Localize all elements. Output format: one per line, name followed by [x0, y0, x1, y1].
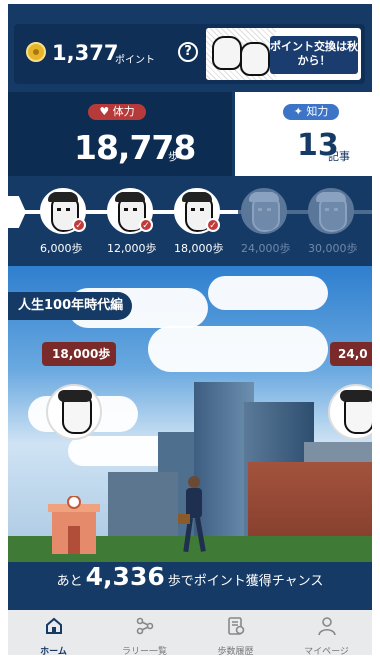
remaining-steps: 4,336	[85, 562, 165, 591]
step-history-icon	[227, 617, 244, 635]
milestone-sign-next: 24,0	[330, 342, 372, 366]
stamina-badge: ♥ 体力	[88, 104, 146, 120]
check-icon: ✓	[72, 218, 86, 232]
points-value: 1,377	[52, 41, 119, 65]
cta-suffix: 歩でポイント獲得チャンス	[167, 574, 324, 589]
manga-characters-illustration	[206, 28, 276, 80]
sparkle-icon: ✦	[293, 105, 303, 118]
nav-my-page[interactable]: マイページ	[281, 610, 372, 655]
remaining-steps-banner: あと 4,336 歩でポイント獲得チャンス	[8, 562, 372, 608]
cta-prefix: あと	[56, 574, 83, 589]
milestone-track: ✓ 6,000歩 ✓ 12,000歩 ✓ 18,000歩 24,000歩 30,…	[8, 182, 372, 268]
nav-rally-list[interactable]: ラリー一覧	[99, 610, 190, 655]
points-unit: ポイント	[115, 55, 155, 66]
milestone-avatar-4[interactable]	[241, 188, 287, 234]
user-icon	[317, 617, 336, 636]
check-icon: ✓	[206, 218, 220, 232]
cloud	[208, 276, 328, 310]
step-unit: 歩	[168, 150, 179, 163]
nav-label-mypage: マイページ	[304, 647, 349, 655]
knowledge-label: 知力	[306, 105, 329, 118]
chapter-label: 人生100年時代編	[8, 292, 132, 320]
milestone-label-3: 18,000歩	[174, 242, 224, 255]
milestone-label-2: 12,000歩	[107, 242, 157, 255]
milestone-avatar-5[interactable]	[308, 188, 354, 234]
milestone-sign-current: 18,000歩	[42, 342, 116, 366]
article-unit: 記事	[328, 150, 350, 163]
character-bubble-current[interactable]	[46, 384, 102, 440]
knowledge-badge: ✦ 知力	[283, 104, 339, 120]
walking-businessman-illustration	[178, 476, 206, 553]
point-exchange-banner[interactable]: ポイント交換は秋から！	[206, 28, 361, 80]
check-icon: ✓	[139, 218, 153, 232]
knowledge-panel[interactable]: ✦ 知力 13 記事	[235, 92, 372, 176]
milestone-label-1: 6,000歩	[40, 242, 83, 255]
stamina-panel[interactable]: ♥ 体力 18,778 歩	[8, 92, 232, 176]
milestone-label-5: 30,000歩	[308, 242, 358, 255]
bottom-nav: ホーム ラリー一覧 歩数履歴 マイページ	[8, 610, 372, 655]
help-icon[interactable]: ?	[178, 42, 198, 62]
nav-label-rally: ラリー一覧	[121, 647, 167, 655]
nav-label-history: 歩数履歴	[217, 647, 254, 655]
stamina-label: 体力	[112, 105, 135, 118]
app-screen: 1,377 ポイント ? ポイント交換は秋から！ ♥ 体力 18,778 歩 ✦…	[8, 4, 372, 655]
points-bar: 1,377 ポイント ? ポイント交換は秋から！	[14, 24, 365, 84]
cloud	[148, 326, 328, 372]
banner-text: ポイント交換は秋から！	[270, 36, 358, 74]
nav-home[interactable]: ホーム	[8, 610, 99, 655]
character-bubble-next[interactable]	[328, 384, 372, 440]
walking-scene: 人生100年時代編 18,000歩 24,0	[8, 266, 372, 562]
milestone-label-4: 24,000歩	[241, 242, 291, 255]
nav-step-history[interactable]: 歩数履歴	[190, 610, 281, 655]
rally-list-icon	[136, 617, 153, 635]
coin-icon	[26, 42, 46, 62]
track-start-marker	[8, 196, 26, 228]
nav-label-home: ホーム	[40, 647, 67, 655]
heart-icon: ♥	[99, 105, 110, 118]
shrine-gate-icon	[48, 496, 100, 554]
home-icon	[45, 617, 62, 634]
